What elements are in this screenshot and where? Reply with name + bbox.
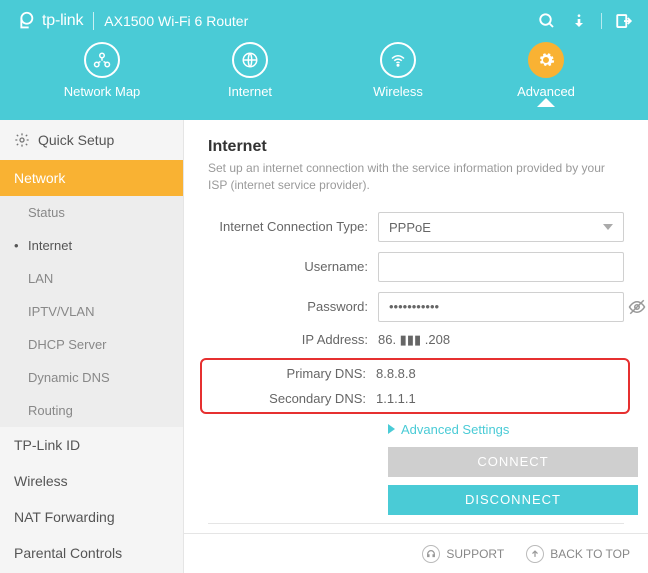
wifi-icon	[389, 51, 407, 69]
page-title: Internet	[208, 138, 624, 156]
logo-block: tp-link	[14, 10, 83, 32]
sidebar-sub-routing[interactable]: Routing	[0, 394, 183, 427]
sidebar: Quick Setup Network Status Internet LAN …	[0, 120, 184, 573]
nav-advanced[interactable]: Advanced	[501, 42, 591, 99]
sidebar-item-tplinkid[interactable]: TP-Link ID	[0, 427, 183, 463]
label-conn-type: Internet Connection Type:	[208, 219, 378, 234]
sidebar-item-natforwarding[interactable]: NAT Forwarding	[0, 499, 183, 535]
label-username: Username:	[208, 259, 378, 274]
nav-internet[interactable]: Internet	[205, 42, 295, 99]
chevron-down-icon	[603, 224, 613, 230]
globe-icon	[241, 51, 259, 69]
label-ip: IP Address:	[208, 332, 378, 347]
disconnect-button[interactable]: DISCONNECT	[388, 485, 638, 515]
footer: SUPPORT BACK TO TOP	[184, 533, 648, 573]
sidebar-item-wireless[interactable]: Wireless	[0, 463, 183, 499]
gear-icon	[537, 51, 555, 69]
row-username: Username:	[208, 252, 624, 282]
search-icon[interactable]	[537, 11, 557, 31]
network-map-icon	[93, 51, 111, 69]
label-secondary-dns: Secondary DNS:	[206, 391, 376, 406]
nav-label: Internet	[228, 84, 272, 99]
row-conn-type: Internet Connection Type: PPPoE	[208, 212, 624, 242]
sidebar-sub-internet[interactable]: Internet	[0, 229, 183, 262]
advanced-settings-toggle[interactable]: Advanced Settings	[388, 422, 624, 437]
advanced-settings-label: Advanced Settings	[401, 422, 509, 437]
sidebar-quick-setup[interactable]: Quick Setup	[0, 120, 183, 160]
sidebar-sub-status[interactable]: Status	[0, 196, 183, 229]
nav-label: Network Map	[64, 84, 141, 99]
header: tp-link AX1500 Wi-Fi 6 Router Network Ma…	[0, 0, 648, 120]
header-bar: tp-link AX1500 Wi-Fi 6 Router	[0, 0, 648, 42]
row-primary-dns: Primary DNS: 8.8.8.8	[206, 366, 624, 381]
section-separator	[208, 523, 624, 524]
nav-label: Advanced	[517, 84, 575, 99]
label-primary-dns: Primary DNS:	[206, 366, 376, 381]
brand-text: tp-link	[42, 12, 83, 30]
page-description: Set up an internet connection with the s…	[208, 160, 624, 194]
nav-wireless[interactable]: Wireless	[353, 42, 443, 99]
header-divider	[93, 12, 94, 30]
gear-outline-icon	[14, 132, 30, 148]
update-icon[interactable]	[569, 11, 589, 31]
sidebar-sub-dhcp[interactable]: DHCP Server	[0, 328, 183, 361]
content-panel: Internet Set up an internet connection w…	[184, 120, 648, 573]
row-ip: IP Address: 86. ▮▮▮ .208	[208, 332, 624, 348]
value-ip: 86. ▮▮▮ .208	[378, 332, 624, 348]
sidebar-quick-setup-label: Quick Setup	[38, 132, 114, 148]
support-link[interactable]: SUPPORT	[422, 545, 504, 563]
input-username[interactable]	[378, 252, 624, 282]
row-password: Password:	[208, 292, 624, 322]
sidebar-sub-iptvvlan[interactable]: IPTV/VLAN	[0, 295, 183, 328]
value-primary-dns: 8.8.8.8	[376, 366, 624, 381]
arrow-up-icon	[526, 545, 544, 563]
value-secondary-dns: 1.1.1.1	[376, 391, 624, 406]
triangle-right-icon	[388, 424, 395, 434]
support-label: SUPPORT	[446, 547, 504, 561]
tplink-logo-icon	[14, 10, 36, 32]
headset-icon	[422, 545, 440, 563]
dns-highlight-box: Primary DNS: 8.8.8.8 Secondary DNS: 1.1.…	[200, 358, 630, 414]
connect-button[interactable]: CONNECT	[388, 447, 638, 477]
header-separator	[601, 13, 602, 29]
nav-network-map[interactable]: Network Map	[57, 42, 147, 99]
nav-label: Wireless	[373, 84, 423, 99]
top-nav: Network Map Internet Wireless Advanced	[0, 42, 648, 99]
select-conn-type[interactable]: PPPoE	[378, 212, 624, 242]
label-password: Password:	[208, 299, 378, 314]
logout-icon[interactable]	[614, 11, 634, 31]
main-area: Quick Setup Network Status Internet LAN …	[0, 120, 648, 573]
back-to-top-link[interactable]: BACK TO TOP	[526, 545, 630, 563]
sidebar-item-parental[interactable]: Parental Controls	[0, 535, 183, 571]
back-to-top-label: BACK TO TOP	[550, 547, 630, 561]
select-conn-type-value: PPPoE	[389, 220, 431, 235]
eye-off-icon[interactable]	[628, 298, 646, 321]
sidebar-item-network[interactable]: Network	[0, 160, 183, 196]
sidebar-sub-ddns[interactable]: Dynamic DNS	[0, 361, 183, 394]
sidebar-network-sub: Status Internet LAN IPTV/VLAN DHCP Serve…	[0, 196, 183, 427]
row-secondary-dns: Secondary DNS: 1.1.1.1	[206, 391, 624, 406]
sidebar-sub-lan[interactable]: LAN	[0, 262, 183, 295]
input-password[interactable]	[378, 292, 624, 322]
model-name: AX1500 Wi-Fi 6 Router	[104, 13, 248, 29]
